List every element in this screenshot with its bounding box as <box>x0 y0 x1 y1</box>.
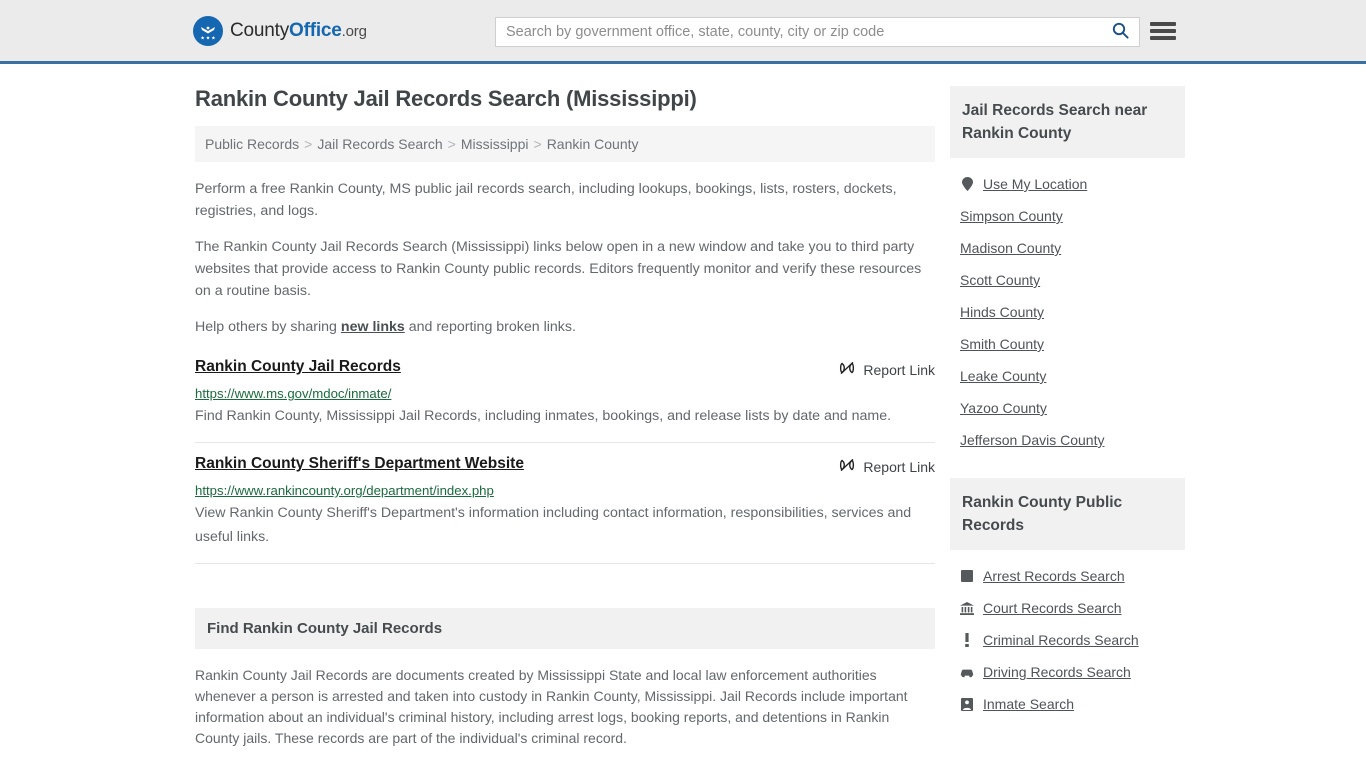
breadcrumb-separator: > <box>304 136 313 152</box>
brand-part-org: .org <box>341 22 367 40</box>
breadcrumb-separator: > <box>533 136 542 152</box>
sidebar-item-jefferson-davis-county[interactable]: Jefferson Davis County <box>960 424 1185 456</box>
sidebar-item-arrest-records-search[interactable]: Arrest Records Search <box>960 560 1185 592</box>
page-body: Rankin County Jail Records Search (Missi… <box>0 64 1366 768</box>
find-records-section-body: Rankin County Jail Records are documents… <box>195 665 935 768</box>
breadcrumb-item-jail-records-search[interactable]: Jail Records Search <box>317 136 442 152</box>
share-text-before: Help others by sharing <box>195 319 341 335</box>
breadcrumb-item-rankin-county[interactable]: Rankin County <box>547 136 639 152</box>
sidebar-item-label[interactable]: Criminal Records Search <box>983 632 1139 648</box>
report-link-button[interactable]: Report Link <box>839 358 935 379</box>
brand-part-office: Office <box>289 19 342 41</box>
sidebar-item-label[interactable]: Driving Records Search <box>983 664 1131 680</box>
result-item: Rankin County Sheriff's Department Websi… <box>195 449 935 564</box>
breadcrumb-separator: > <box>447 136 456 152</box>
intro-paragraph-3: Help others by sharing new links and rep… <box>195 316 935 338</box>
sidebar-item-label[interactable]: Leake County <box>960 368 1046 384</box>
exclamation-icon <box>960 633 974 647</box>
breadcrumb: Public Records > Jail Records Search > Missi… <box>195 126 935 162</box>
sidebar-item-criminal-records-search[interactable]: Criminal Records Search <box>960 624 1185 656</box>
share-text-after: and reporting broken links. <box>404 319 576 335</box>
sidebar-item-label[interactable]: Arrest Records Search <box>983 568 1125 584</box>
hamburger-menu-icon[interactable] <box>1150 18 1176 44</box>
car-icon <box>960 667 974 678</box>
sidebar-item-yazoo-county[interactable]: Yazoo County <box>960 392 1185 424</box>
site-header: CountyOffice.org <box>0 0 1366 64</box>
sidebar-item-label[interactable]: Hinds County <box>960 304 1044 320</box>
sidebar-item-label[interactable]: Court Records Search <box>983 600 1122 616</box>
sidebar-item-label[interactable]: Smith County <box>960 336 1044 352</box>
intro-paragraph-2: The Rankin County Jail Records Search (M… <box>195 239 922 299</box>
report-link-label: Report Link <box>863 361 935 378</box>
sidebar-item-driving-records-search[interactable]: Driving Records Search <box>960 656 1185 688</box>
result-title-link[interactable]: Rankin County Jail Records <box>195 358 401 376</box>
map-pin-icon <box>960 177 974 191</box>
sidebar-item-label[interactable]: Yazoo County <box>960 400 1047 416</box>
sidebar-item-simpson-county[interactable]: Simpson County <box>960 200 1185 232</box>
sidebar-nearby-list: Use My Location Simpson County Madison C… <box>950 158 1185 456</box>
new-links-link[interactable]: new links <box>341 319 405 335</box>
search-button[interactable] <box>1101 18 1139 46</box>
sidebar-item-use-my-location[interactable]: Use My Location <box>960 168 1185 200</box>
sidebar: Jail Records Search near Rankin County U… <box>950 64 1185 768</box>
sidebar-item-label[interactable]: Madison County <box>960 240 1061 256</box>
square-icon <box>960 570 974 582</box>
sidebar-item-label[interactable]: Simpson County <box>960 208 1063 224</box>
breadcrumb-item-mississippi[interactable]: Mississippi <box>461 136 529 152</box>
section-paragraph: Rankin County Jail Records are documents… <box>195 667 908 746</box>
intro-paragraph-1: Perform a free Rankin County, MS public … <box>195 181 897 219</box>
sidebar-item-smith-county[interactable]: Smith County <box>960 328 1185 360</box>
intro-text: Perform a free Rankin County, MS public … <box>195 178 935 338</box>
sidebar-item-court-records-search[interactable]: Court Records Search <box>960 592 1185 624</box>
site-logo[interactable]: CountyOffice.org <box>193 15 367 46</box>
sidebar-item-scott-county[interactable]: Scott County <box>960 264 1185 296</box>
sidebar-nearby-heading: Jail Records Search near Rankin County <box>950 86 1185 158</box>
search-bar <box>495 17 1140 47</box>
result-header: Rankin County Sheriff's Department Websi… <box>195 455 935 476</box>
broken-link-icon <box>839 360 855 379</box>
result-header: Rankin County Jail Records Report Link <box>195 358 935 379</box>
eagle-seal-icon <box>193 15 223 46</box>
sidebar-item-label[interactable]: Use My Location <box>983 176 1087 192</box>
result-item: Rankin County Jail Records Report Link h… <box>195 352 935 443</box>
prisoner-icon <box>960 697 974 711</box>
result-description: View Rankin County Sheriff's Department'… <box>195 505 912 545</box>
result-title-link[interactable]: Rankin County Sheriff's Department Websi… <box>195 455 524 473</box>
sidebar-item-inmate-search[interactable]: Inmate Search <box>960 688 1185 720</box>
sidebar-item-hinds-county[interactable]: Hinds County <box>960 296 1185 328</box>
result-url[interactable]: https://www.rankincounty.org/department/… <box>195 483 935 498</box>
sidebar-item-label[interactable]: Inmate Search <box>983 696 1074 712</box>
report-link-button[interactable]: Report Link <box>839 455 935 476</box>
report-link-label: Report Link <box>863 458 935 475</box>
sidebar-item-label[interactable]: Scott County <box>960 272 1040 288</box>
sidebar-public-records-heading: Rankin County Public Records <box>950 478 1185 550</box>
find-records-section-heading: Find Rankin County Jail Records <box>195 608 935 649</box>
site-logo-text: CountyOffice.org <box>230 20 367 42</box>
result-url[interactable]: https://www.ms.gov/mdoc/inmate/ <box>195 386 935 401</box>
courthouse-icon <box>960 601 974 615</box>
search-input[interactable] <box>496 18 1101 46</box>
sidebar-item-leake-county[interactable]: Leake County <box>960 360 1185 392</box>
sidebar-item-madison-county[interactable]: Madison County <box>960 232 1185 264</box>
sidebar-public-records-list: Arrest Records Search Court Records Sear… <box>950 550 1185 720</box>
broken-link-icon <box>839 457 855 476</box>
sidebar-public-records-block: Rankin County Public Records Arrest Reco… <box>950 478 1185 720</box>
result-description: Find Rankin County, Mississippi Jail Rec… <box>195 408 892 424</box>
brand-part-county: County <box>230 19 290 41</box>
sidebar-item-label[interactable]: Jefferson Davis County <box>960 432 1104 448</box>
main-content: Rankin County Jail Records Search (Missi… <box>195 64 935 768</box>
page-title: Rankin County Jail Records Search (Missi… <box>195 86 697 111</box>
search-icon <box>1112 22 1129 42</box>
breadcrumb-item-public-records[interactable]: Public Records <box>205 136 299 152</box>
